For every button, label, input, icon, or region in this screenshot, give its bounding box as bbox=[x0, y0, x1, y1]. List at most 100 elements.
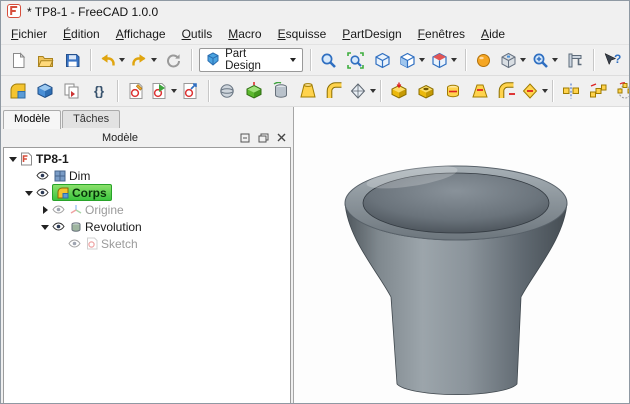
create-datum-button[interactable] bbox=[214, 78, 240, 104]
groove-button[interactable] bbox=[440, 78, 466, 104]
undo-button[interactable] bbox=[96, 47, 127, 73]
refresh-button[interactable] bbox=[160, 47, 186, 73]
svg-text:?: ? bbox=[614, 52, 621, 66]
subtractive-primitive-icon bbox=[521, 82, 539, 100]
tree-item-dim[interactable]: Dim bbox=[4, 167, 290, 184]
menu-affichage[interactable]: Affichage bbox=[108, 25, 174, 43]
tree-item-corps[interactable]: Corps bbox=[4, 184, 290, 201]
std-part-button[interactable] bbox=[32, 78, 58, 104]
dock-tab-bar: Modèle Tâches bbox=[1, 107, 293, 128]
visibility-eye-icon[interactable] bbox=[35, 169, 50, 182]
menu-aide[interactable]: Aide bbox=[473, 25, 513, 43]
edit-sketch-button[interactable] bbox=[150, 78, 176, 104]
dropdown-arrow-icon bbox=[290, 58, 296, 62]
standard-views-button[interactable] bbox=[429, 47, 460, 73]
pad-button[interactable] bbox=[241, 78, 267, 104]
menu-edition[interactable]: Édition bbox=[55, 25, 108, 43]
overlay-toggle-button[interactable] bbox=[238, 131, 252, 144]
tab-modele[interactable]: Modèle bbox=[3, 110, 61, 129]
map-sketch-button[interactable] bbox=[177, 78, 203, 104]
tree-item-label: Corps bbox=[72, 186, 107, 200]
menu-fichier[interactable]: Fichier bbox=[3, 25, 55, 43]
additive-loft-icon bbox=[299, 82, 317, 100]
dropdown-arrow-icon bbox=[451, 58, 457, 62]
new-file-button[interactable] bbox=[5, 47, 31, 73]
expressions-button[interactable]: {} bbox=[86, 78, 112, 104]
3d-viewport[interactable] bbox=[294, 107, 629, 404]
tree-item-origine[interactable]: Origine bbox=[4, 201, 290, 218]
axonometric-view-button[interactable] bbox=[370, 47, 396, 73]
tree-item-label: Sketch bbox=[101, 237, 138, 251]
separator bbox=[208, 80, 209, 102]
selected-row-highlight: Corps bbox=[52, 184, 112, 201]
subtractive-loft-button[interactable] bbox=[467, 78, 493, 104]
tree-item-label: Dim bbox=[69, 169, 90, 183]
mirrored-button[interactable] bbox=[558, 78, 584, 104]
new-file-icon bbox=[10, 52, 27, 69]
appearance-button[interactable] bbox=[471, 47, 497, 73]
visibility-eye-icon[interactable] bbox=[35, 186, 50, 199]
menu-fenetres[interactable]: Fenêtres bbox=[410, 25, 473, 43]
tree-item-document[interactable]: TP8-1 bbox=[4, 150, 290, 167]
pocket-button[interactable] bbox=[386, 78, 412, 104]
subtractive-pipe-button[interactable] bbox=[494, 78, 520, 104]
additive-pipe-icon bbox=[326, 82, 344, 100]
visibility-eye-icon[interactable] bbox=[51, 220, 66, 233]
subtractive-primitive-button[interactable] bbox=[521, 78, 547, 104]
revolution-icon bbox=[68, 220, 83, 233]
create-sketch-button[interactable] bbox=[123, 78, 149, 104]
menu-macro[interactable]: Macro bbox=[220, 25, 269, 43]
menu-esquisse[interactable]: Esquisse bbox=[270, 25, 335, 43]
workbench-selector[interactable]: Part Design bbox=[199, 48, 303, 72]
dock-header: Modèle bbox=[1, 128, 293, 147]
subtractive-loft-icon bbox=[471, 82, 489, 100]
navigation-cube-button[interactable] bbox=[498, 47, 529, 73]
revolution-icon bbox=[272, 82, 290, 100]
create-clone-button[interactable] bbox=[59, 78, 85, 104]
hole-icon bbox=[417, 82, 435, 100]
redo-button[interactable] bbox=[128, 47, 159, 73]
whats-this-button[interactable]: ? bbox=[599, 47, 625, 73]
expander-icon[interactable] bbox=[23, 187, 35, 199]
zoom-button[interactable] bbox=[530, 47, 561, 73]
open-file-button[interactable] bbox=[32, 47, 58, 73]
fit-selection-icon bbox=[347, 52, 364, 69]
save-file-button[interactable] bbox=[59, 47, 85, 73]
visibility-eye-icon[interactable] bbox=[51, 203, 66, 216]
measure-button[interactable] bbox=[562, 47, 588, 73]
separator bbox=[191, 49, 192, 71]
dock-title: Modèle bbox=[6, 132, 234, 144]
expander-icon[interactable] bbox=[39, 221, 51, 233]
pocket-icon bbox=[390, 82, 408, 100]
expander-icon[interactable] bbox=[39, 204, 51, 216]
draw-style-button[interactable] bbox=[397, 47, 428, 73]
tree-item-revolution[interactable]: Revolution bbox=[4, 218, 290, 235]
tree-item-label: TP8-1 bbox=[36, 152, 69, 166]
hole-button[interactable] bbox=[413, 78, 439, 104]
additive-loft-button[interactable] bbox=[295, 78, 321, 104]
separator bbox=[465, 49, 466, 71]
create-body-button[interactable] bbox=[5, 78, 31, 104]
mirrored-icon bbox=[562, 82, 580, 100]
title-bar[interactable]: * TP8-1 - FreeCAD 1.0.0 bbox=[1, 1, 629, 23]
expressions-icon: {} bbox=[90, 82, 108, 100]
model-tree[interactable]: TP8-1 Dim Corps bbox=[3, 147, 291, 404]
close-icon[interactable] bbox=[274, 131, 288, 144]
fit-all-button[interactable] bbox=[316, 47, 342, 73]
additive-pipe-button[interactable] bbox=[322, 78, 348, 104]
visibility-eye-icon[interactable] bbox=[67, 237, 82, 250]
sketch-icon bbox=[84, 237, 99, 250]
menu-outils[interactable]: Outils bbox=[174, 25, 221, 43]
tree-item-sketch[interactable]: Sketch bbox=[4, 235, 290, 252]
standard-views-cube-icon bbox=[431, 52, 448, 69]
additive-primitive-button[interactable] bbox=[349, 78, 375, 104]
expander-icon[interactable] bbox=[7, 153, 19, 165]
linear-pattern-button[interactable] bbox=[585, 78, 611, 104]
main-area: Modèle Tâches Modèle TP8-1 bbox=[1, 107, 629, 404]
tab-taches[interactable]: Tâches bbox=[62, 110, 120, 128]
float-button[interactable] bbox=[256, 131, 270, 144]
revolution-button[interactable] bbox=[268, 78, 294, 104]
menu-partdesign[interactable]: PartDesign bbox=[334, 25, 409, 43]
fit-selection-button[interactable] bbox=[343, 47, 369, 73]
polar-pattern-button[interactable] bbox=[612, 78, 630, 104]
